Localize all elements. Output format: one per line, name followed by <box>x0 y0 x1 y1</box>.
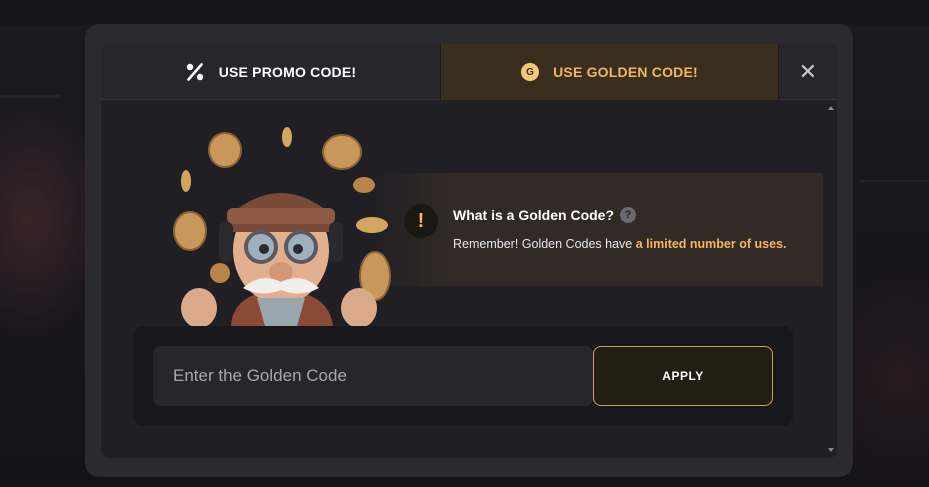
info-text-prefix: Remember! Golden Codes have <box>453 237 636 251</box>
percent-icon <box>185 62 205 82</box>
exclamation-icon: ! <box>404 204 438 238</box>
scroll-up-arrow-icon[interactable] <box>828 106 834 110</box>
close-button[interactable]: ✕ <box>779 44 837 100</box>
coin-badge-letter: G <box>521 63 540 81</box>
background-stripe <box>0 95 60 98</box>
golden-code-form: APPLY <box>133 326 793 426</box>
tab-golden-label: USE GOLDEN CODE! <box>553 64 698 80</box>
golden-code-input[interactable] <box>153 346 593 406</box>
background-topbar <box>0 0 929 26</box>
tab-golden-code[interactable]: G USE GOLDEN CODE! <box>440 44 779 100</box>
scrollbar[interactable] <box>824 100 837 458</box>
tab-promo-code[interactable]: USE PROMO CODE! <box>101 44 440 100</box>
background-stripe <box>860 180 929 182</box>
info-banner <box>371 173 823 286</box>
gold-coin-icon: G <box>521 63 540 81</box>
info-text: Remember! Golden Codes have a limited nu… <box>453 237 786 251</box>
info-title-text: What is a Golden Code? <box>453 207 615 223</box>
tab-bar: USE PROMO CODE! G USE GOLDEN CODE! ✕ <box>101 44 837 100</box>
warning-symbol: ! <box>417 209 425 232</box>
pilot-mascot-illustration <box>161 122 401 328</box>
info-title: What is a Golden Code? ? <box>453 207 637 223</box>
tab-promo-label: USE PROMO CODE! <box>218 63 357 80</box>
apply-button[interactable]: APPLY <box>593 346 773 406</box>
help-symbol: ? <box>624 209 632 221</box>
info-text-highlight: a limited number of uses. <box>635 237 787 251</box>
close-icon: ✕ <box>798 58 818 84</box>
scroll-down-arrow-icon[interactable] <box>828 448 834 452</box>
question-icon[interactable]: ? <box>620 207 637 223</box>
